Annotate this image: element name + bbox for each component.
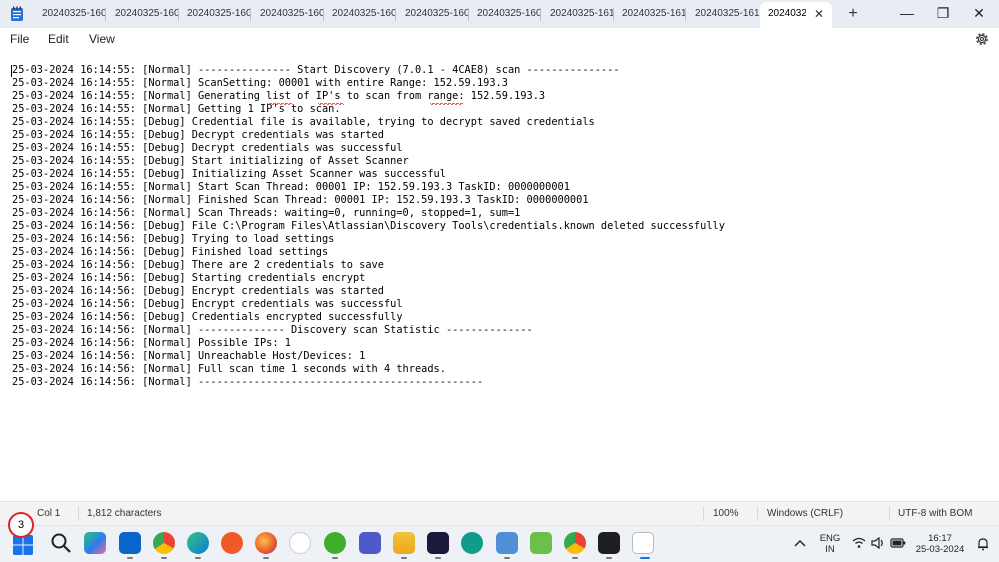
chrome-icon[interactable] — [153, 532, 175, 554]
tab-label: 20240325-1614 — [695, 8, 759, 19]
tab-label: 20240325-1604 — [115, 8, 179, 19]
zoom-level[interactable]: 100% — [713, 508, 739, 519]
tab-label: 20240325-1604 — [187, 8, 251, 19]
tab-active[interactable]: 20240325-1614 ✕ — [760, 2, 832, 28]
tab-file-1[interactable]: 20240325-1600 — [34, 2, 106, 26]
tab-file-5[interactable]: 20240325-1604 — [324, 2, 396, 26]
log-line: 25-03-2024 16:14:56: [Debug] Trying to l… — [12, 233, 335, 245]
log-line: 25-03-2024 16:14:55: [Normal] ScanSettin… — [12, 77, 508, 89]
menu-edit[interactable]: Edit — [48, 32, 69, 46]
tab-file-3[interactable]: 20240325-1604 — [179, 2, 251, 26]
notification-bell-icon[interactable] — [976, 537, 990, 551]
log-line: 25-03-2024 16:14:56: [Debug] Encrypt cre… — [12, 285, 384, 297]
log-line: 25-03-2024 16:14:56: [Debug] Credentials… — [12, 311, 403, 323]
tab-label: 20240325-1614 — [768, 8, 806, 19]
language-indicator[interactable]: ENG IN — [816, 533, 844, 555]
chat-icon[interactable] — [461, 532, 483, 554]
menu-file[interactable]: File — [10, 32, 29, 46]
log-line: 25-03-2024 16:14:56: [Normal] Scan Threa… — [12, 207, 521, 219]
tab-file-2[interactable]: 20240325-1604 — [107, 2, 179, 26]
log-line: 25-03-2024 16:14:55: [Debug] Start initi… — [12, 155, 409, 167]
text-editor[interactable]: 25-03-2024 16:14:55: [Normal] ----------… — [0, 51, 999, 501]
tab-file-7[interactable]: 20240325-1604 — [469, 2, 541, 26]
status-bar: Col 1 1,812 characters 100% Windows (CRL… — [0, 501, 999, 525]
tab-label: 20240325-1604 — [332, 8, 396, 19]
tab-label: 20240325-1604 — [477, 8, 541, 19]
vpn-icon[interactable] — [289, 532, 311, 554]
log-line: 25-03-2024 16:14:55: [Debug] Initializin… — [12, 168, 446, 180]
log-line: 25-03-2024 16:14:56: [Debug] There are 2… — [12, 259, 384, 271]
menu-view[interactable]: View — [89, 32, 115, 46]
character-count: 1,812 characters — [87, 508, 162, 519]
encoding[interactable]: UTF-8 with BOM — [898, 508, 972, 519]
log-line: 25-03-2024 16:14:56: [Normal] Unreachabl… — [12, 350, 366, 362]
tab-file-6[interactable]: 20240325-1604 — [397, 2, 469, 26]
step-badge: 3 — [8, 512, 34, 538]
log-line: 25-03-2024 16:14:56: [Debug] Starting cr… — [12, 272, 366, 284]
log-content[interactable]: 25-03-2024 16:14:55: [Normal] ----------… — [12, 64, 725, 389]
title-bar: 20240325-1600 20240325-1604 20240325-160… — [0, 0, 999, 28]
tab-close-icon[interactable]: ✕ — [814, 2, 824, 26]
battery-icon[interactable] — [890, 537, 906, 549]
log-line: 25-03-2024 16:14:55: [Normal] ----------… — [12, 64, 620, 76]
browser-icon[interactable] — [221, 532, 243, 554]
spellcheck-underline — [430, 103, 463, 105]
tab-label: 20240325-1604 — [405, 8, 469, 19]
minimize-button[interactable]: — — [889, 0, 925, 28]
copilot-pre-icon[interactable] — [84, 532, 106, 554]
terminal-icon[interactable] — [598, 532, 620, 554]
app-icon[interactable] — [324, 532, 346, 554]
line-ending[interactable]: Windows (CRLF) — [767, 508, 843, 519]
file-explorer-icon[interactable] — [393, 532, 415, 554]
edge-icon[interactable] — [187, 532, 209, 554]
close-window-button[interactable]: ✕ — [961, 0, 997, 28]
outlook-icon[interactable] — [119, 532, 141, 554]
log-line: 25-03-2024 16:14:55: [Normal] Generating… — [12, 90, 546, 102]
firefox-icon[interactable] — [255, 532, 277, 554]
snipping-icon[interactable] — [530, 532, 552, 554]
log-line: 25-03-2024 16:14:56: [Debug] Finished lo… — [12, 246, 329, 258]
settings-gear-icon[interactable] — [974, 31, 990, 47]
tab-file-4[interactable]: 20240325-1604 — [252, 2, 324, 26]
teams-icon[interactable] — [359, 532, 381, 554]
chevron-up-icon[interactable] — [794, 538, 806, 548]
notepad-app-icon — [11, 6, 23, 21]
maximize-button[interactable]: ❐ — [925, 0, 961, 28]
volume-icon[interactable] — [871, 537, 885, 549]
wifi-icon[interactable] — [852, 537, 866, 549]
tab-file-9[interactable]: 20240325-1614 — [614, 2, 686, 26]
log-line: 25-03-2024 16:14:56: [Debug] Encrypt cre… — [12, 298, 403, 310]
zoom-icon[interactable] — [427, 532, 449, 554]
notepad-icon[interactable] — [632, 532, 654, 554]
log-line: 25-03-2024 16:14:56: [Normal] ----------… — [12, 376, 484, 388]
log-line: 25-03-2024 16:14:56: [Normal] Finished S… — [12, 194, 589, 206]
log-line: 25-03-2024 16:14:55: [Normal] Start Scan… — [12, 181, 570, 193]
log-line: 25-03-2024 16:14:55: [Normal] Getting 1 … — [12, 103, 341, 115]
spellcheck-underline — [318, 103, 344, 105]
log-line: 25-03-2024 16:14:55: [Debug] Decrypt cre… — [12, 142, 403, 154]
log-line: 25-03-2024 16:14:56: [Normal] Full scan … — [12, 363, 446, 375]
clock[interactable]: 16:17 25-03-2024 — [914, 533, 966, 555]
tab-label: 20240325-1600 — [42, 8, 106, 19]
log-line: 25-03-2024 16:14:55: [Debug] Decrypt cre… — [12, 129, 384, 141]
tab-label: 20240325-1610 — [550, 8, 614, 19]
cursor-position: Col 1 — [37, 508, 61, 519]
log-line: 25-03-2024 16:14:56: [Debug] File C:\Pro… — [12, 220, 725, 232]
chrome-profile-icon[interactable] — [564, 532, 586, 554]
photos-icon[interactable] — [496, 532, 518, 554]
search-icon[interactable] — [50, 532, 72, 554]
log-line: 25-03-2024 16:14:55: [Debug] Credential … — [12, 116, 595, 128]
tab-file-8[interactable]: 20240325-1610 — [542, 2, 614, 26]
new-tab-button[interactable]: + — [846, 3, 860, 25]
menu-bar: File Edit View — [0, 28, 999, 51]
tab-file-10[interactable]: 20240325-1614 — [687, 2, 759, 26]
taskbar: ENG IN 16:17 25-03-2024 — [0, 525, 999, 562]
tab-label: 20240325-1614 — [622, 8, 686, 19]
log-line: 25-03-2024 16:14:56: [Normal] ----------… — [12, 324, 533, 336]
tab-label: 20240325-1604 — [260, 8, 324, 19]
spellcheck-underline — [267, 103, 293, 105]
log-line: 25-03-2024 16:14:56: [Normal] Possible I… — [12, 337, 291, 349]
